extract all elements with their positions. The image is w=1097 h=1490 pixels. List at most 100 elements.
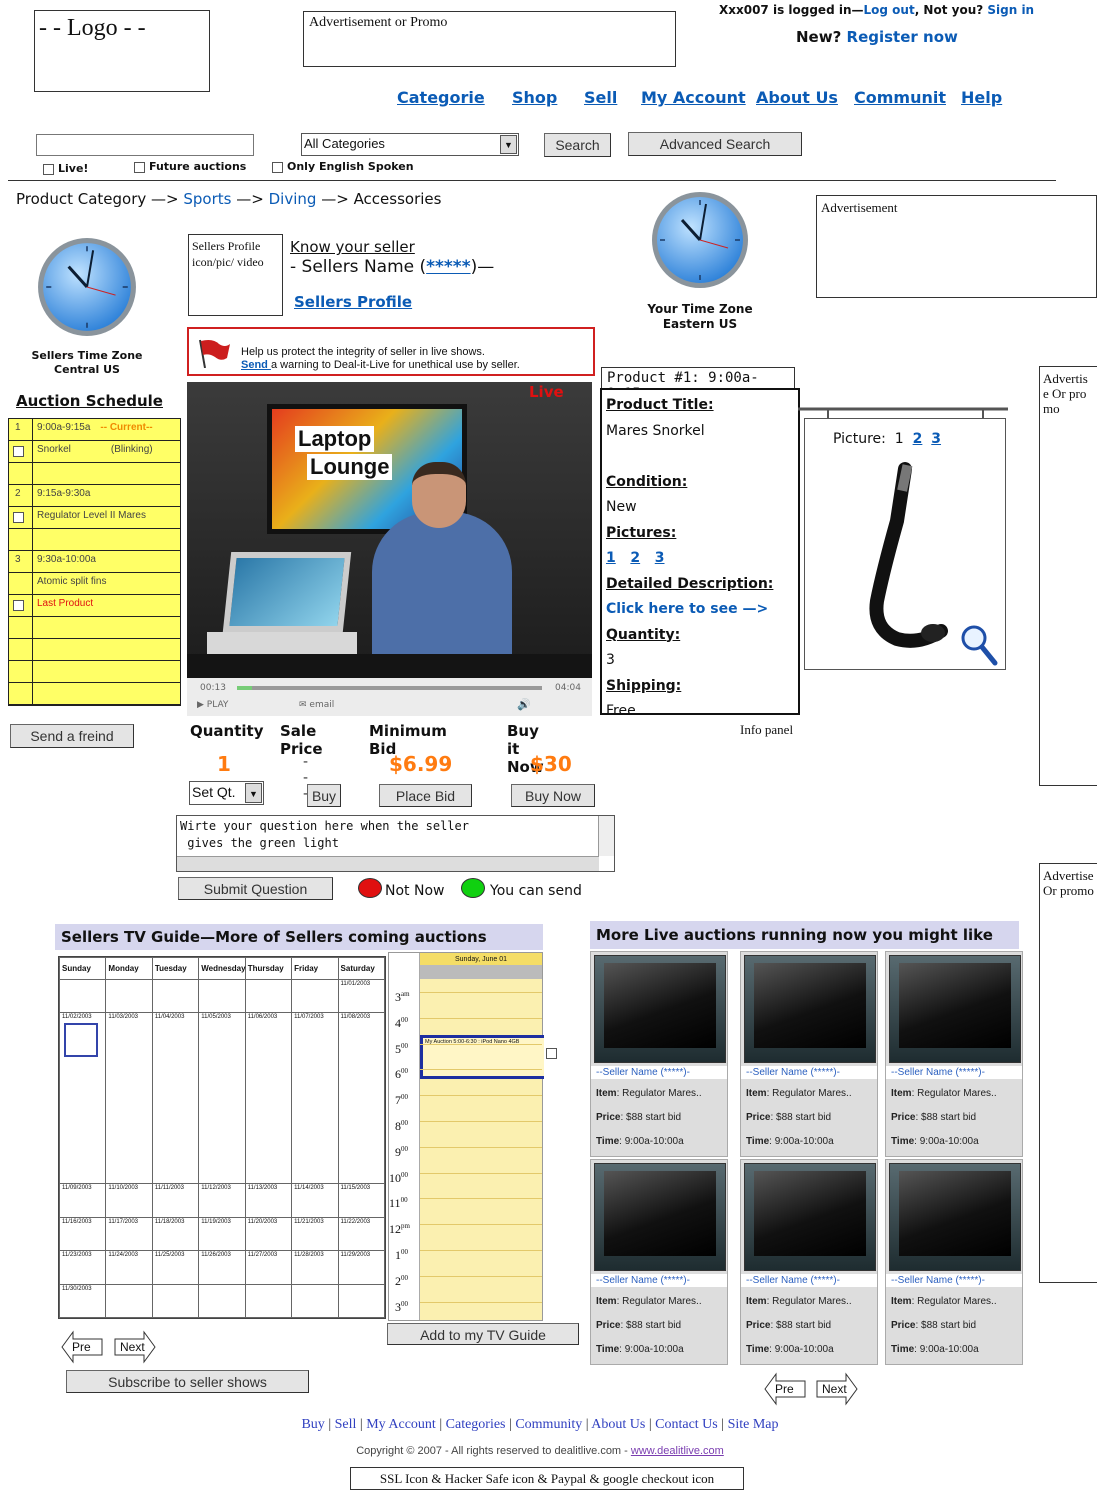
calendar-day-cell[interactable]: 11/07/2003: [291, 1012, 339, 1185]
tv-thumbnail[interactable]: [744, 1163, 876, 1271]
schedule-row[interactable]: [9, 529, 180, 551]
ad-top[interactable]: Advertisement or Promo: [303, 11, 676, 67]
calendar-day-cell[interactable]: [198, 978, 246, 1014]
footer-link[interactable]: My Account: [366, 1417, 436, 1432]
schedule-row[interactable]: [9, 617, 180, 639]
calendar-day-cell[interactable]: 11/23/2003: [58, 1250, 107, 1285]
chevron-down-icon[interactable]: ▼: [245, 783, 262, 803]
nav-my-account[interactable]: My Account: [641, 88, 746, 107]
nav-help[interactable]: Help: [961, 88, 1002, 107]
calendar-day-cell[interactable]: 11/15/2003: [337, 1183, 386, 1218]
tv-thumbnail[interactable]: [889, 1163, 1021, 1271]
card-seller-name[interactable]: --Seller Name (*****)-: [591, 1066, 727, 1079]
footer-link[interactable]: About Us: [591, 1417, 645, 1432]
place-bid-button[interactable]: Place Bid: [379, 784, 472, 807]
tv-thumbnail[interactable]: [594, 1163, 726, 1271]
auction-card[interactable]: --Seller Name (*****)- Item: Regulator Ma…: [885, 1159, 1023, 1365]
add-tv-guide-button[interactable]: Add to my TV Guide: [387, 1323, 579, 1345]
calendar-day-cell[interactable]: [151, 1283, 200, 1319]
ad-right[interactable]: Advertisement: [816, 195, 1097, 298]
play-button[interactable]: ▶ PLAY: [197, 700, 228, 710]
picture-link-3[interactable]: 3: [655, 550, 665, 566]
email-button[interactable]: ✉ email: [299, 700, 334, 710]
auction-card[interactable]: --Seller Name (*****)- Item: Regulator Ma…: [590, 951, 728, 1157]
calendar-day-cell[interactable]: 11/27/2003: [244, 1250, 293, 1285]
calendar-day-cell[interactable]: [151, 978, 200, 1014]
tv-thumbnail[interactable]: [594, 955, 726, 1063]
auction-card[interactable]: --Seller Name (*****)- Item: Regulator Ma…: [885, 951, 1023, 1157]
calendar-day-cell[interactable]: [244, 978, 293, 1014]
side-ad-1[interactable]: Advertis e Or promo: [1039, 366, 1097, 786]
logout-link[interactable]: Log out: [864, 3, 915, 17]
card-seller-name[interactable]: --Seller Name (*****)-: [741, 1066, 877, 1079]
send-friend-button[interactable]: Send a freind: [10, 724, 134, 748]
side-ad-2[interactable]: Advertise Or promo: [1039, 863, 1097, 1283]
calendar-day-cell[interactable]: 11/16/2003: [58, 1216, 107, 1252]
schedule-row[interactable]: 1 9:00a-9:15a -- Current--: [9, 419, 180, 441]
picture-link-2[interactable]: 2: [630, 550, 640, 566]
card-seller-name[interactable]: --Seller Name (*****)-: [741, 1274, 877, 1287]
calendar-day-cell[interactable]: [291, 1283, 339, 1319]
schedule-checkbox[interactable]: [9, 507, 33, 528]
card-seller-name[interactable]: --Seller Name (*****)-: [886, 1066, 1022, 1079]
calendar-day-cell[interactable]: [198, 1283, 246, 1319]
schedule-row[interactable]: Atomic split fins: [9, 573, 180, 595]
calendar-day-cell[interactable]: 11/11/2003: [151, 1183, 200, 1218]
nav-sell[interactable]: Sell: [584, 88, 617, 107]
auction-card[interactable]: --Seller Name (*****)- Item: Regulator Ma…: [740, 951, 878, 1157]
textarea-vscroll[interactable]: [598, 816, 614, 856]
schedule-row[interactable]: 3 9:30a-10:00a: [9, 551, 180, 573]
schedule-checkbox[interactable]: [9, 441, 33, 462]
subscribe-button[interactable]: Subscribe to seller shows: [66, 1370, 309, 1393]
footer-link[interactable]: Community: [515, 1417, 582, 1432]
category-select[interactable]: All Categories ▼: [301, 133, 519, 156]
calendar-next-label[interactable]: Next: [120, 1340, 145, 1354]
calendar-day-cell[interactable]: 11/17/2003: [105, 1216, 153, 1252]
picture-nav-2[interactable]: 2: [913, 431, 923, 447]
auction-card[interactable]: --Seller Name (*****)- Item: Regulator Ma…: [740, 1159, 878, 1365]
seller-profile-icon[interactable]: Sellers Profile icon/pic/ video: [188, 234, 283, 316]
tv-guide-calendar[interactable]: Sunday Monday Tuesday Wednesday Thursday Frid…: [58, 956, 386, 1319]
auctions-next-label[interactable]: Next: [822, 1382, 847, 1396]
advanced-search-button[interactable]: Advanced Search: [628, 132, 802, 156]
footer-link[interactable]: Categories: [446, 1417, 506, 1432]
sellers-profile-link[interactable]: Sellers Profile: [294, 293, 412, 311]
future-checkbox[interactable]: [134, 161, 145, 173]
calendar-day-cell[interactable]: 11/13/2003: [244, 1183, 293, 1218]
breadcrumb-diving[interactable]: Diving: [269, 190, 317, 208]
breadcrumb-sports[interactable]: Sports: [183, 190, 231, 208]
progress-bar[interactable]: [237, 686, 542, 690]
calendar-day-cell[interactable]: 11/25/2003: [151, 1250, 200, 1285]
calendar-day-cell[interactable]: 11/19/2003: [198, 1216, 246, 1252]
submit-question-button[interactable]: Submit Question: [178, 877, 333, 900]
calendar-pre-label[interactable]: Pre: [72, 1340, 91, 1354]
calendar-day-cell[interactable]: 11/18/2003: [151, 1216, 200, 1252]
buy-now-button[interactable]: Buy Now: [511, 784, 595, 807]
calendar-day-cell[interactable]: 11/05/2003: [198, 1012, 246, 1185]
day-view[interactable]: Sunday, June 01 My Auction 5:00-6:30 : i…: [388, 952, 544, 1321]
calendar-day-cell[interactable]: 11/14/2003: [291, 1183, 339, 1218]
footer-link[interactable]: Sell: [335, 1417, 357, 1432]
search-button[interactable]: Search: [544, 133, 611, 157]
calendar-day-cell[interactable]: 11/30/2003: [58, 1283, 107, 1319]
schedule-row[interactable]: Last Product: [9, 595, 180, 617]
send-warning-link[interactable]: Send: [241, 359, 271, 371]
calendar-selected-day[interactable]: [64, 1023, 98, 1058]
calendar-day-cell[interactable]: 11/06/2003: [244, 1012, 293, 1185]
calendar-day-cell[interactable]: 11/20/2003: [244, 1216, 293, 1252]
nav-community[interactable]: Communit: [854, 88, 946, 107]
search-input[interactable]: [36, 134, 254, 156]
footer-link[interactable]: Contact Us: [655, 1417, 718, 1432]
day-event[interactable]: My Auction 5:00-6:30 : iPod Nano 4GB: [420, 1035, 544, 1079]
video-player[interactable]: Laptop Lounge Live 00:13 04:04 ▶ PLAY ✉ …: [187, 382, 592, 716]
calendar-day-cell[interactable]: 11/02/2003: [58, 1012, 107, 1185]
site-url-link[interactable]: www.dealitlive.com: [631, 1445, 724, 1457]
question-textarea[interactable]: Wirte your question here when the seller…: [176, 815, 615, 872]
calendar-day-cell[interactable]: [105, 978, 153, 1014]
schedule-checkbox-box[interactable]: [13, 600, 24, 611]
sign-in-link[interactable]: Sign in: [987, 3, 1034, 17]
schedule-row[interactable]: [9, 639, 180, 661]
auctions-pre-label[interactable]: Pre: [775, 1382, 794, 1396]
schedule-checkbox-box[interactable]: [13, 446, 24, 457]
nav-about-us[interactable]: About Us: [756, 88, 838, 107]
